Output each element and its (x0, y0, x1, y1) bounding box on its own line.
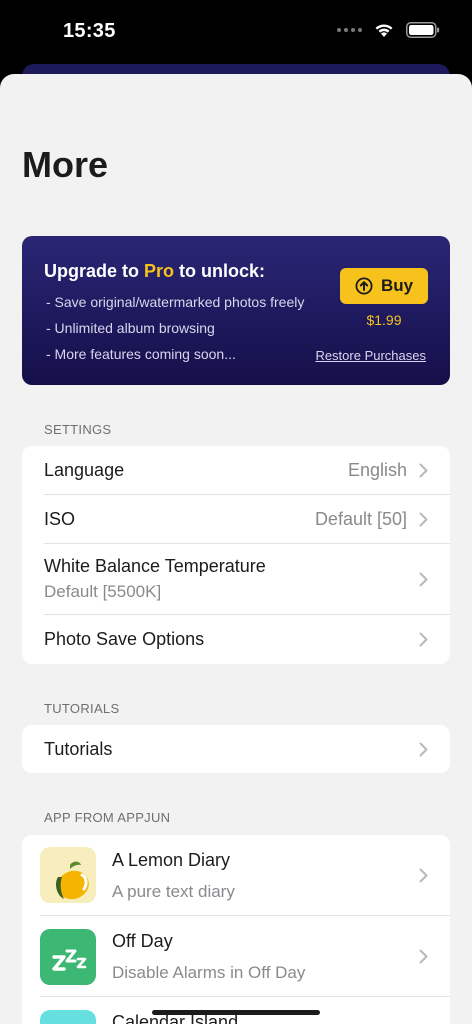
chevron-right-icon (419, 463, 428, 478)
settings-section-header: SETTINGS (44, 422, 112, 437)
row-value: English (347, 460, 407, 480)
lemon-icon (40, 847, 96, 903)
apps-group: A Lemon Diary A pure text diary Off Day … (22, 835, 450, 1024)
row-label: White Balance Temperature (44, 556, 266, 576)
app-row[interactable]: A Lemon Diary A pure text diary (40, 835, 450, 916)
row-subtitle: Default [5500K] (44, 582, 162, 601)
sleep-zzz-icon (40, 929, 96, 985)
app-name: Off Day (112, 931, 173, 951)
app-name: A Lemon Diary (112, 850, 231, 870)
pro-highlight: Pro (144, 261, 175, 281)
restore-purchases-link[interactable]: Restore Purchases (315, 348, 426, 363)
chevron-right-icon (419, 742, 428, 757)
pro-feature-item: - Unlimited album browsing (46, 320, 215, 336)
buy-label: Buy (380, 276, 414, 295)
price-label: $1.99 (366, 312, 402, 328)
cellular-signal-icon (337, 28, 362, 32)
row-label: ISO (44, 509, 76, 529)
pro-feature-item: - More features coming soon... (46, 346, 236, 362)
tutorials-group: Tutorials (22, 725, 450, 773)
chevron-right-icon (419, 632, 428, 647)
app-description: A pure text diary (112, 882, 235, 901)
row-label: Photo Save Options (44, 629, 205, 649)
calendar-island-icon (40, 1010, 96, 1024)
wifi-icon (375, 23, 393, 37)
battery-icon (406, 22, 440, 38)
app-row[interactable]: Off Day Disable Alarms in Off Day (40, 916, 450, 997)
status-bar: 15:35 (0, 0, 472, 62)
pro-feature-item: - Save original/watermarked photos freel… (46, 294, 305, 310)
chevron-right-icon (419, 868, 428, 883)
pro-heading: Upgrade to Pro to unlock: (44, 261, 266, 281)
row-value: Default [50] (314, 509, 407, 529)
settings-row-white-balance[interactable]: White Balance Temperature Default [5500K… (44, 544, 450, 615)
settings-row-iso[interactable]: ISO Default [50] (44, 495, 450, 544)
settings-row-language[interactable]: Language English (44, 446, 450, 495)
pro-upgrade-card: Upgrade to Pro to unlock: - Save origina… (22, 236, 450, 385)
tutorials-row[interactable]: Tutorials (44, 725, 450, 773)
app-description: Disable Alarms in Off Day (112, 963, 306, 982)
status-indicators (337, 22, 440, 38)
home-indicator[interactable] (152, 1010, 320, 1015)
settings-row-photo-save[interactable]: Photo Save Options (44, 615, 450, 664)
row-label: Tutorials (44, 739, 113, 759)
arrow-up-circle-icon (355, 277, 373, 295)
chevron-right-icon (419, 949, 428, 964)
status-time: 15:35 (63, 20, 116, 42)
page-title: More (22, 144, 109, 185)
buy-button[interactable]: Buy (340, 268, 428, 304)
settings-group: Language English ISO Default [50] White … (22, 446, 450, 664)
tutorials-section-header: TUTORIALS (44, 701, 120, 716)
row-label: Language (44, 460, 125, 480)
chevron-right-icon (419, 572, 428, 587)
chevron-right-icon (419, 512, 428, 527)
apps-section-header: APP FROM APPJUN (44, 810, 171, 825)
more-sheet[interactable]: More Upgrade to Pro to unlock: - Save or… (0, 74, 472, 1024)
